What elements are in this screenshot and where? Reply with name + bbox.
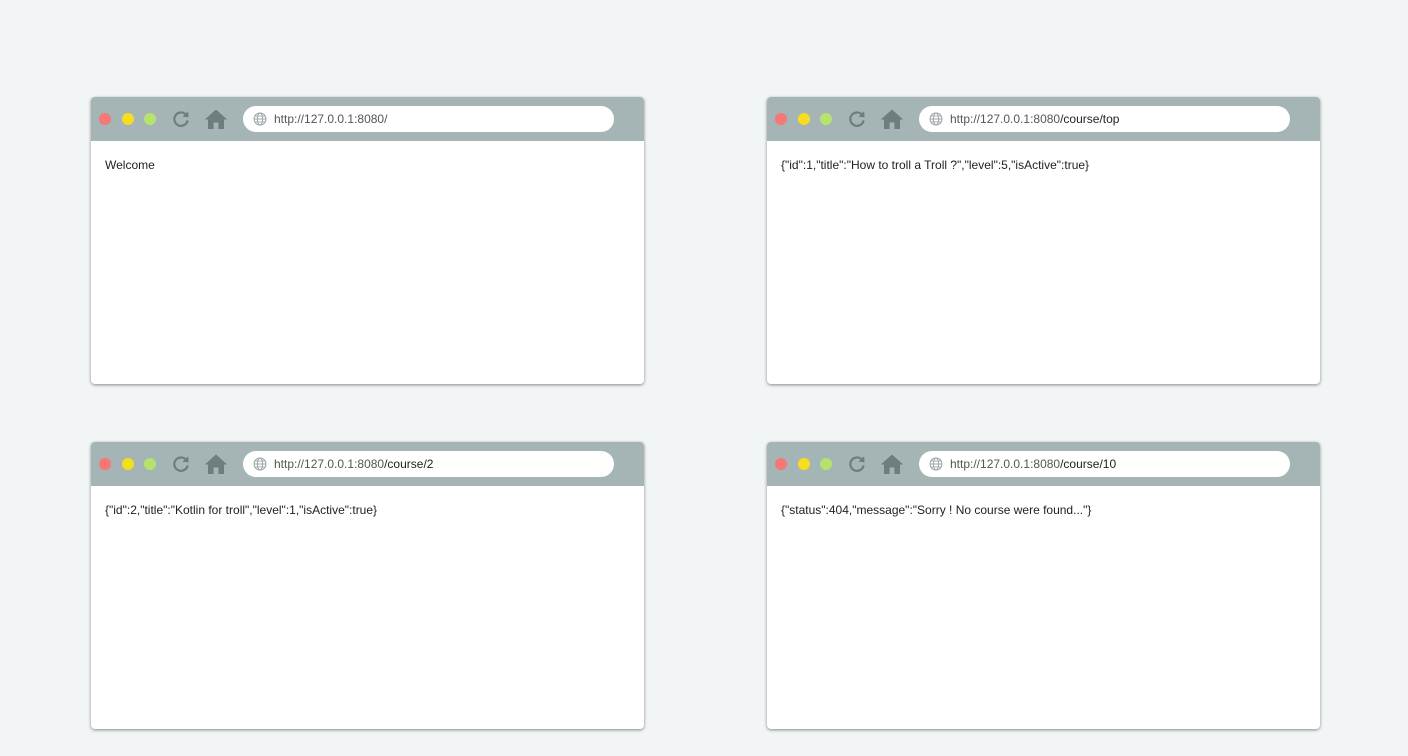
browser-toolbar: http://127.0.0.1:8080/course/top bbox=[767, 97, 1320, 141]
maximize-window-button[interactable] bbox=[144, 458, 156, 470]
url-base: http://127.0.0.1:8080 bbox=[950, 112, 1061, 126]
globe-icon bbox=[253, 457, 267, 471]
browser-window-root: http://127.0.0.1:8080/ Welcome bbox=[91, 97, 644, 384]
browser-window-course-2: http://127.0.0.1:8080/course/2 {"id":2,"… bbox=[91, 442, 644, 729]
browser-window-course-top: http://127.0.0.1:8080/course/top {"id":1… bbox=[767, 97, 1320, 384]
home-icon[interactable] bbox=[880, 108, 904, 130]
address-url: http://127.0.0.1:8080/course/top bbox=[950, 106, 1119, 132]
address-url: http://127.0.0.1:8080/course/10 bbox=[950, 451, 1116, 477]
address-bar[interactable]: http://127.0.0.1:8080/course/top bbox=[919, 106, 1290, 132]
home-icon[interactable] bbox=[204, 108, 228, 130]
maximize-window-button[interactable] bbox=[820, 113, 832, 125]
url-base: http://127.0.0.1:8080/ bbox=[274, 112, 388, 126]
close-window-button[interactable] bbox=[775, 113, 787, 125]
address-url: http://127.0.0.1:8080/ bbox=[274, 106, 387, 132]
address-bar[interactable]: http://127.0.0.1:8080/ bbox=[243, 106, 614, 132]
url-base: http://127.0.0.1:8080 bbox=[950, 457, 1061, 471]
url-path: /course/2 bbox=[384, 457, 434, 471]
maximize-window-button[interactable] bbox=[144, 113, 156, 125]
close-window-button[interactable] bbox=[99, 458, 111, 470]
page-body-text: Welcome bbox=[105, 158, 155, 172]
home-icon[interactable] bbox=[204, 453, 228, 475]
browser-toolbar: http://127.0.0.1:8080/course/2 bbox=[91, 442, 644, 486]
address-bar[interactable]: http://127.0.0.1:8080/course/2 bbox=[243, 451, 614, 477]
close-window-button[interactable] bbox=[775, 458, 787, 470]
browser-toolbar: http://127.0.0.1:8080/course/10 bbox=[767, 442, 1320, 486]
reload-icon[interactable] bbox=[846, 453, 868, 475]
address-bar[interactable]: http://127.0.0.1:8080/course/10 bbox=[919, 451, 1290, 477]
globe-icon bbox=[253, 112, 267, 126]
home-icon[interactable] bbox=[880, 453, 904, 475]
minimize-window-button[interactable] bbox=[122, 458, 134, 470]
browser-toolbar: http://127.0.0.1:8080/ bbox=[91, 97, 644, 141]
maximize-window-button[interactable] bbox=[820, 458, 832, 470]
minimize-window-button[interactable] bbox=[798, 458, 810, 470]
minimize-window-button[interactable] bbox=[122, 113, 134, 125]
browser-window-course-10: http://127.0.0.1:8080/course/10 {"status… bbox=[767, 442, 1320, 729]
reload-icon[interactable] bbox=[170, 108, 192, 130]
page-body-text: {"id":1,"title":"How to troll a Troll ?"… bbox=[781, 158, 1090, 172]
url-path: /course/top bbox=[1060, 112, 1120, 126]
globe-icon bbox=[929, 457, 943, 471]
page-body-text: {"id":2,"title":"Kotlin for troll","leve… bbox=[105, 503, 378, 517]
globe-icon bbox=[929, 112, 943, 126]
reload-icon[interactable] bbox=[846, 108, 868, 130]
close-window-button[interactable] bbox=[99, 113, 111, 125]
minimize-window-button[interactable] bbox=[798, 113, 810, 125]
address-url: http://127.0.0.1:8080/course/2 bbox=[274, 451, 433, 477]
url-base: http://127.0.0.1:8080 bbox=[274, 457, 385, 471]
url-path: /course/10 bbox=[1060, 457, 1117, 471]
reload-icon[interactable] bbox=[170, 453, 192, 475]
page-body-text: {"status":404,"message":"Sorry ! No cour… bbox=[781, 503, 1092, 517]
